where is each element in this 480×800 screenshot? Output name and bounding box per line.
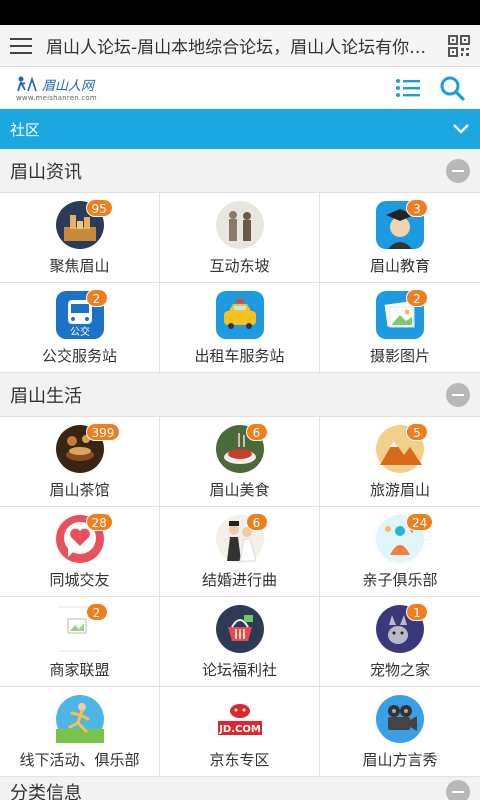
new-post-count-badge: 6 <box>245 423 268 441</box>
family-icon: 24 <box>376 513 434 563</box>
site-logo[interactable]: 眉山人网 www.meishanren.com <box>16 74 116 102</box>
community-dropdown[interactable]: 社区 <box>0 109 480 149</box>
new-post-count-badge: 5 <box>406 423 428 441</box>
new-post-count-badge: 1 <box>406 603 428 621</box>
broken-image-icon: 2 <box>56 603 108 653</box>
wedding-icon: 6 <box>215 513 268 563</box>
taxi-icon <box>215 291 264 339</box>
runner-icon <box>55 695 104 743</box>
chevron-down-icon <box>453 124 469 134</box>
forum-board-label: 结婚进行曲 <box>201 571 277 589</box>
bus-icon: 公交 2 <box>55 289 108 339</box>
forum-board-label: 摄影图片 <box>369 347 430 365</box>
new-post-count-badge: 95 <box>85 199 113 217</box>
forum-board-item[interactable]: 399 眉山茶馆 <box>0 417 160 507</box>
forum-board-item[interactable]: 1 宠物之家 <box>320 597 480 687</box>
forum-board-label: 眉山茶馆 <box>49 481 110 499</box>
browser-address-bar[interactable]: 眉山人论坛-眉山本地综合论坛，眉山人论坛有你更精彩 <box>0 25 480 67</box>
forum-board-item[interactable]: 95 聚焦眉山 <box>0 193 160 283</box>
graduate-icon: 3 <box>376 199 428 249</box>
forum-board-label: 线下活动、俱乐部 <box>19 751 140 769</box>
forum-board-label: 旅游眉山 <box>369 481 430 499</box>
forum-sections: 眉山资讯 95 聚焦眉山 互动东坡 3 眉山教育公交 2 公交服务站 出租车服务站 2 摄影图片眉山… <box>0 149 480 800</box>
svg-text:公交: 公交 <box>70 325 90 338</box>
forum-board-label: 同城交友 <box>49 571 110 589</box>
forum-board-label: 京东专区 <box>209 751 270 769</box>
forum-board-item[interactable]: 眉山方言秀 <box>320 687 480 777</box>
forum-board-item[interactable]: 线下活动、俱乐部 <box>0 687 160 777</box>
site-header: 眉山人网 www.meishanren.com <box>0 67 480 109</box>
section-header[interactable]: 分类信息 <box>0 777 480 800</box>
forum-board-item[interactable]: 出租车服务站 <box>160 283 320 373</box>
forum-board-item[interactable]: 5 旅游眉山 <box>320 417 480 507</box>
statues-icon <box>215 201 264 249</box>
section-title: 分类信息 <box>10 782 82 800</box>
pet-icon: 1 <box>376 603 428 653</box>
forum-board-item[interactable]: 2 摄影图片 <box>320 283 480 373</box>
forum-board-label: 论坛福利社 <box>201 661 277 679</box>
forum-board-item[interactable]: 24 亲子俱乐部 <box>320 507 480 597</box>
forum-board-label: 公交服务站 <box>41 347 117 365</box>
community-label: 社区 <box>10 120 41 139</box>
forum-board-label: 眉山方言秀 <box>362 751 438 769</box>
logo-text: 眉山人网 <box>42 78 95 94</box>
logo-url: www.meishanren.com <box>16 94 97 102</box>
forum-board-item[interactable]: 公交 2 公交服务站 <box>0 283 160 373</box>
forum-board-grid: 399 眉山茶馆 6 眉山美食 5 旅游眉山 28 同城交友 6 结婚进行曲 24 亲子俱乐部 2 商家联… <box>0 417 480 777</box>
list-menu-icon[interactable] <box>394 74 422 102</box>
forum-board-grid: 95 聚焦眉山 互动东坡 3 眉山教育公交 2 公交服务站 出租车服务站 2 摄影图片 <box>0 193 480 373</box>
photo-icon: 2 <box>376 289 428 339</box>
new-post-count-badge: 2 <box>85 289 108 307</box>
collapse-icon[interactable] <box>446 158 470 183</box>
section-title: 眉山生活 <box>10 385 82 407</box>
section-header[interactable]: 眉山生活 <box>0 373 480 417</box>
new-post-count-badge: 24 <box>406 513 434 531</box>
section-title: 眉山资讯 <box>10 161 82 183</box>
forum-board-item[interactable]: 论坛福利社 <box>160 597 320 687</box>
hamburger-menu-icon[interactable] <box>10 37 32 54</box>
forum-board-item[interactable]: 互动东坡 <box>160 193 320 283</box>
forum-board-label: 眉山教育 <box>369 257 430 275</box>
new-post-count-badge: 3 <box>406 199 428 217</box>
forum-board-label: 出租车服务站 <box>194 347 285 365</box>
section-header[interactable]: 眉山资讯 <box>0 149 480 193</box>
forum-board-item[interactable]: 3 眉山教育 <box>320 193 480 283</box>
forum-board-item[interactable]: 2 商家联盟 <box>0 597 160 687</box>
forum-board-label: 商家联盟 <box>49 661 110 679</box>
qr-code-icon[interactable] <box>448 34 470 57</box>
forum-board-label: 眉山美食 <box>209 481 270 499</box>
svg-text:JD.COM: JD.COM <box>218 724 261 735</box>
forum-board-item[interactable]: 6 结婚进行曲 <box>160 507 320 597</box>
new-post-count-badge: 2 <box>406 289 428 307</box>
mountain-icon: 5 <box>376 423 428 473</box>
new-post-count-badge: 28 <box>85 513 113 531</box>
basket-icon <box>215 605 264 653</box>
collapse-icon[interactable] <box>446 382 470 407</box>
forum-board-label: 宠物之家 <box>369 661 430 679</box>
forum-board-label: 亲子俱乐部 <box>362 571 438 589</box>
jd-icon: JD.COM <box>215 695 264 743</box>
new-post-count-badge: 399 <box>85 423 121 441</box>
tea-icon: 399 <box>55 423 121 473</box>
new-post-count-badge: 6 <box>245 513 268 531</box>
projector-icon <box>376 695 424 743</box>
forum-board-item[interactable]: 6 眉山美食 <box>160 417 320 507</box>
collapse-icon[interactable] <box>446 779 470 800</box>
logo-figure-icon <box>17 76 37 92</box>
forum-board-label: 聚焦眉山 <box>49 257 110 275</box>
food-icon: 6 <box>215 423 268 473</box>
city-night-icon: 95 <box>55 199 113 249</box>
forum-board-item[interactable]: JD.COM 京东专区 <box>160 687 320 777</box>
forum-board-item[interactable]: 28 同城交友 <box>0 507 160 597</box>
page-title-url[interactable]: 眉山人论坛-眉山本地综合论坛，眉山人论坛有你更精彩 <box>46 33 438 58</box>
new-post-count-badge: 2 <box>85 603 108 621</box>
forum-board-label: 互动东坡 <box>209 257 270 275</box>
search-icon[interactable] <box>438 74 466 102</box>
status-bar <box>0 0 480 25</box>
heart-chat-icon: 28 <box>55 513 113 563</box>
